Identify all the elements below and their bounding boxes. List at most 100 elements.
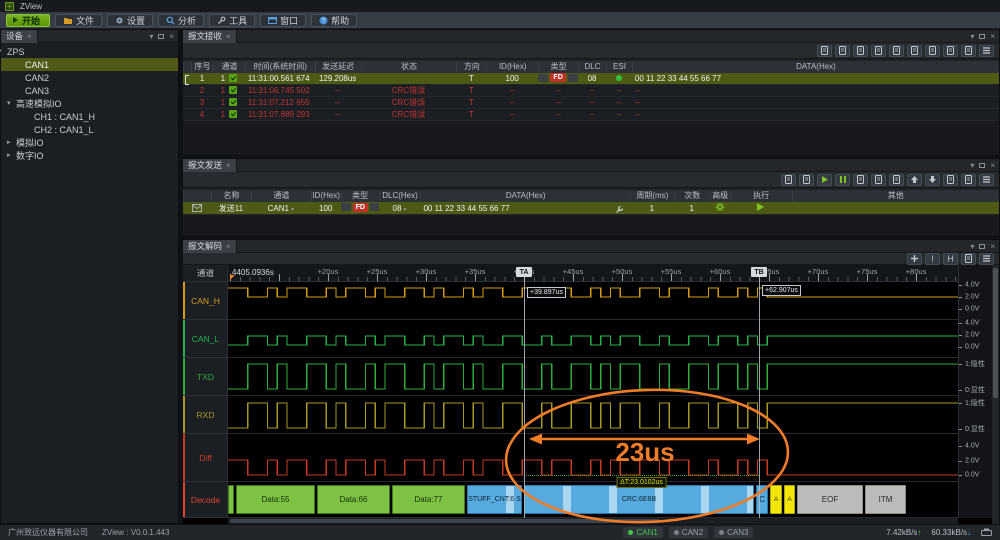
tree-item-can1[interactable]: CAN1 [1,58,178,71]
receive-doc-button[interactable] [961,45,976,57]
table-row[interactable]: 1111:31:00.561 674129.208usT100FD0800 11… [183,73,999,85]
receive-menu-button[interactable] [979,45,994,57]
expand-open-icon[interactable]: ▾ [7,99,11,107]
close-tab-icon[interactable]: × [226,242,231,251]
receive-doc-button[interactable] [925,45,940,57]
decode-segment-itm[interactable]: ITM [865,485,906,514]
waveform-view[interactable]: 通道CAN_HCAN_LTXDRXDDiffDecode4405.0936s+2… [183,265,999,525]
close-panel-icon[interactable]: × [990,242,995,251]
status-channel-can3[interactable]: CAN3 [714,527,753,538]
decode-menu-button[interactable] [979,253,994,265]
tree-item--io[interactable]: ▸模拟IO [1,136,178,149]
menu-item-help[interactable]: ?帮助 [311,14,357,27]
receive-doc-button[interactable] [817,45,832,57]
close-tab-icon[interactable]: × [226,161,231,170]
vertical-scrollbar[interactable] [992,265,999,525]
decode-plus-button[interactable] [907,253,922,265]
send-count[interactable]: 1 [674,204,710,213]
decode-segment-a[interactable]: A [770,485,782,514]
device-status-icon[interactable] [981,528,992,537]
tree-item-zps[interactable]: ▾ZPS [1,45,178,58]
menu-item-analysis[interactable]: 分析 [158,14,204,27]
send-down-button[interactable] [925,174,940,186]
send-dlc-select[interactable]: 08▾ [379,204,421,213]
tree-item--io[interactable]: ▾高速模拟IO [1,97,178,110]
send-doc-button[interactable] [781,174,796,186]
send-doc-button[interactable] [871,174,886,186]
menu-item-settings[interactable]: 设置 [107,14,153,27]
channel-label-decode[interactable]: Decode [183,482,228,518]
tab-receive[interactable]: 报文接收 × [183,30,237,43]
send-period[interactable]: 1 [630,204,674,213]
decode-I-button[interactable]: I [925,253,940,265]
dropdown-icon[interactable]: ▾ [149,32,153,41]
tree-item-can2[interactable]: CAN2 [1,71,178,84]
send-doc-button[interactable] [889,174,904,186]
send-menu-button[interactable] [979,174,994,186]
table-row[interactable]: 4111:31:07.889 293--CRC错误T---------- [183,109,999,121]
cursor-line-tb[interactable] [759,275,760,518]
close-panel-icon[interactable]: × [990,32,995,41]
send-pause-button[interactable] [835,174,850,186]
channel-label-rxd[interactable]: RXD [183,396,228,434]
dropdown-icon[interactable]: ▾ [970,32,974,41]
float-window-icon[interactable] [979,244,985,249]
send-doc-button[interactable] [853,174,868,186]
send-doc-button[interactable] [799,174,814,186]
decode-segment-c[interactable]: C [756,485,768,514]
decode-segment-data-77[interactable]: Data:77 [392,485,465,514]
tree-item-can3[interactable]: CAN3 [1,84,178,97]
receive-doc-button[interactable] [853,45,868,57]
start-button[interactable]: 开始 [6,14,50,27]
send-id[interactable]: 100 [311,204,341,213]
status-channel-can1[interactable]: CAN1 [623,527,662,538]
cursor-flag-tb[interactable]: TB [751,267,767,277]
dropdown-icon[interactable]: ▾ [970,161,974,170]
channel-label-txd[interactable]: TXD [183,358,228,396]
table-row[interactable]: 2111:31:06.745 502--CRC错误T---------- [183,85,999,97]
send-doc-button[interactable] [961,174,976,186]
menu-item-window[interactable]: 窗口 [260,14,306,27]
receive-doc-button[interactable] [889,45,904,57]
status-channel-can2[interactable]: CAN2 [669,527,708,538]
dropdown-icon[interactable]: ▾ [970,242,974,251]
edit-data-wrench-icon[interactable] [615,205,624,213]
send-up-button[interactable] [907,174,922,186]
close-panel-icon[interactable]: × [990,161,995,170]
channel-label-diff[interactable]: Diff [183,434,228,482]
scrollbar-thumb[interactable] [230,519,660,523]
decode-doc-button[interactable] [961,253,976,265]
receive-doc-button[interactable] [907,45,922,57]
send-data[interactable]: 00 11 22 33 44 55 66 77 [420,204,629,213]
close-panel-icon[interactable]: × [169,32,174,41]
send-channel-select[interactable]: CAN1▾ [251,204,311,213]
tree-item-ch2-can1-l[interactable]: CH2 : CAN1_L [1,123,178,136]
float-window-icon[interactable] [979,34,985,39]
execute-play-button[interactable] [730,203,792,213]
expand-closed-icon[interactable]: ▸ [7,151,11,159]
float-window-icon[interactable] [158,34,164,39]
cursor-flag-ta[interactable]: TA [516,267,532,277]
channel-label-can_h[interactable]: CAN_H [183,282,228,320]
tab-device[interactable]: 设备 × [1,30,38,43]
float-window-icon[interactable] [979,163,985,168]
decode-segment[interactable] [228,485,234,514]
scrollbar-thumb[interactable] [993,268,998,398]
time-ruler[interactable]: 4405.0936s+20us+25us+30us+35us+40us+45us… [228,265,958,282]
advanced-gear-icon[interactable] [710,202,730,214]
decode-segment-data-66[interactable]: Data:66 [317,485,390,514]
channel-label-can_l[interactable]: CAN_L [183,320,228,358]
receive-doc-button[interactable] [835,45,850,57]
decode-H-button[interactable]: H [943,253,958,265]
decode-segment-data-55[interactable]: Data:55 [236,485,315,514]
decode-segment-crc-6e6b[interactable]: CRC:6E6B [524,485,754,514]
decode-segment-a[interactable]: A [784,485,795,514]
receive-doc-button[interactable] [871,45,886,57]
tab-decode[interactable]: 报文解码 × [183,240,237,253]
cursor-line-ta[interactable] [524,275,525,518]
menu-item-tools[interactable]: 工具 [209,14,255,27]
expand-open-icon[interactable]: ▾ [0,47,2,55]
send-table-row[interactable]: 发送11 CAN1▾ 100 FD 08▾ 00 11 22 33 44 55 … [183,202,999,215]
decode-segment-stuff-cnt-6-s[interactable]: STUFF_CNT:6 S [467,485,522,514]
receive-doc-button[interactable] [943,45,958,57]
